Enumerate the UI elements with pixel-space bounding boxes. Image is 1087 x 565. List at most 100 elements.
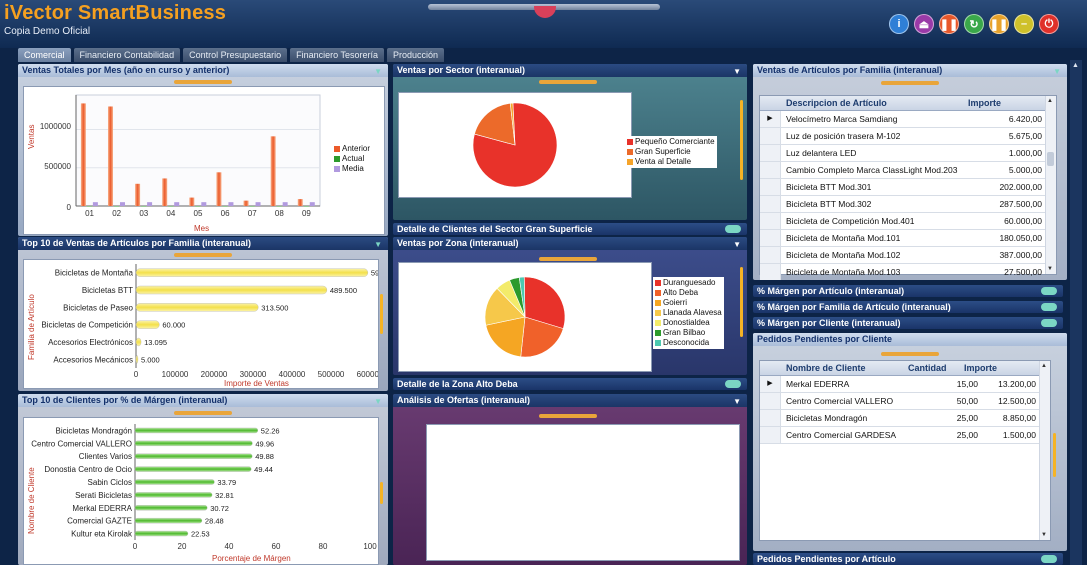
table-row[interactable]: ▶ Merkal EDERRA 15,00 13.200,00 [760,376,1040,393]
column-header[interactable]: Importe [968,96,1001,110]
expand-icon[interactable] [1041,555,1057,563]
resize-grip[interactable] [174,80,232,84]
info-icon[interactable]: i [889,14,909,34]
table-row[interactable]: Centro Comercial GARDESA 25,00 1.500,00 [760,427,1040,444]
collapse-icon[interactable]: ▼ [374,65,382,78]
cell-name: Merkal EDERRA [786,379,850,389]
table-row[interactable]: Bicicleta de Montaña Mod.102 387.000,00 [760,247,1046,264]
expand-icon[interactable] [725,225,741,233]
tab-financiero-tesoreria[interactable]: Financiero Tesorería [290,48,385,62]
table-row[interactable]: Bicicletas Mondragón 25,00 8.850,00 [760,410,1040,427]
table-row[interactable]: Centro Comercial VALLERO 50,00 12.500,00 [760,393,1040,410]
column-header[interactable]: Cantidad [908,361,947,375]
table-row[interactable]: Bicicleta BTT Mod.301 202.000,00 [760,179,1046,196]
expand-icon[interactable] [1041,319,1057,327]
panel-margen-familia[interactable]: % Márgen por Familia de Artículo (intera… [753,301,1063,313]
bar [135,320,160,329]
table-header: Nombre de Cliente Cantidad Importe [760,361,1040,376]
tab-produccion[interactable]: Producción [387,48,445,62]
table-row[interactable]: Bicicleta de Montaña Mod.101 180.050,00 [760,230,1046,247]
bar [135,303,259,312]
category-label: Merkal EDERRA [72,504,132,513]
bar-anterior [270,136,276,206]
table-row[interactable]: Luz de posición trasera M-102 5.675,00 [760,128,1046,145]
collapse-icon[interactable]: ▼ [374,395,382,408]
panel-margen-articulo[interactable]: % Márgen por Artículo (interanual) [753,285,1063,297]
top-center-knob[interactable] [534,6,556,18]
x-tick-label: 06 [221,209,230,218]
panel-detalle-sector[interactable]: Detalle de Clientes del Sector Gran Supe… [393,223,747,235]
expand-icon[interactable] [1041,287,1057,295]
column-header[interactable]: Descripcion de Artículo [786,96,887,110]
table-row[interactable]: ▶ Velocímetro Marca Samdiang 6.420,00 [760,111,1046,128]
table-header: Descripcion de Artículo Importe [760,96,1046,111]
top10-clientes-chart: Nombre de Cliente Porcentaje de Márgen B… [27,424,377,563]
resize-grip[interactable] [539,80,597,84]
table-row[interactable]: Bicicleta BTT Mod.302 287.500,00 [760,196,1046,213]
legend-label: Alto Deba [663,288,699,297]
table-scrollbar[interactable]: ▲ ▼ [1039,361,1050,540]
collapse-icon[interactable]: ▼ [1053,65,1061,78]
resize-grip[interactable] [539,414,597,418]
scroll-down-icon[interactable]: ▼ [1047,266,1053,272]
panel-header: Ventas de Artículos por Familia (interan… [753,64,1067,77]
collapse-icon[interactable]: ▼ [733,238,741,251]
page-scrollbar[interactable]: ▲ [1070,60,1082,565]
scrollbar[interactable] [380,294,383,334]
pause-icon[interactable]: ❚❚ [989,14,1009,34]
resize-grip[interactable] [174,253,232,257]
table-row[interactable]: Bicicleta de Competición Mod.401 60.000,0… [760,213,1046,230]
table-scrollbar[interactable]: ▲ ▼ [1045,96,1056,274]
legend-swatch [334,156,340,162]
tab-control-presupuestario[interactable]: Control Presupuestario [183,48,288,62]
tab-comercial[interactable]: Comercial [18,48,71,62]
refresh-icon[interactable]: ↻ [964,14,984,34]
panel-detalle-zona[interactable]: Detalle de la Zona Alto Deba [393,378,747,390]
row-indicator [760,213,781,229]
y-tick-label: 1000000 [40,122,72,131]
scroll-down-icon[interactable]: ▼ [1041,532,1047,538]
minimize-icon[interactable]: – [1014,14,1034,34]
articulos-table: Descripcion de Artículo Importe ▶ Velocím… [759,95,1057,280]
scroll-up-icon[interactable]: ▲ [1047,98,1053,104]
table-row[interactable]: Luz delantera LED 1.000,00 [760,145,1046,162]
tab-financiero-contabilidad[interactable]: Financiero Contabilidad [73,48,181,62]
panel-title: Pedidos Pendientes por Artículo [757,554,896,564]
bar [135,337,142,347]
collapse-icon[interactable]: ▼ [374,238,382,251]
table-row[interactable]: Bicicleta de Montaña Mod.103 27.500,00 [760,264,1046,280]
resize-grip[interactable] [539,257,597,261]
panel-title: Ventas por Sector (interanual) [397,65,526,75]
panel-pedidos-articulo[interactable]: Pedidos Pendientes por Artículo [753,553,1063,565]
expand-icon[interactable] [1041,303,1057,311]
pause-icon[interactable]: ❚❚ [939,14,959,34]
resize-grip[interactable] [881,81,939,85]
column-header[interactable]: Importe [964,361,997,375]
scroll-up-icon[interactable]: ▲ [1072,62,1079,69]
collapse-icon[interactable]: ▼ [733,65,741,78]
column-header[interactable]: Nombre de Cliente [786,361,866,375]
scroll-thumb[interactable] [1047,152,1054,166]
x-tick-label: 01 [85,209,94,218]
scrollbar[interactable] [740,100,743,180]
power-icon[interactable]: ⏻ [1039,14,1059,34]
panel-margen-cliente[interactable]: % Márgen por Cliente (interanual) [753,317,1063,329]
expand-icon[interactable] [725,380,741,388]
table-row[interactable]: Cambio Completo Marca ClassLight Mod.203… [760,162,1046,179]
eject-icon[interactable]: ⏏ [914,14,934,34]
chart-frame: Familia de Artículo Importe de Ventas Bi… [23,259,385,389]
bar-actual [113,206,119,207]
scrollbar[interactable] [740,267,743,337]
collapse-icon[interactable]: ▼ [733,395,741,408]
legend-label: Gran Superficie [635,147,691,156]
scrollbar[interactable] [380,482,383,504]
scrollbar[interactable] [1053,433,1056,477]
chart-legend: Anterior Actual Media [334,144,370,174]
resize-grip[interactable] [174,411,232,415]
x-axis-label: Porcentaje de Márgen [212,554,291,563]
x-tick-label: 09 [302,209,311,218]
cell-value: 8.850,00 [1002,413,1036,423]
scroll-up-icon[interactable]: ▲ [1041,363,1047,369]
row-indicator: ▶ [760,376,781,392]
resize-grip[interactable] [881,352,939,356]
